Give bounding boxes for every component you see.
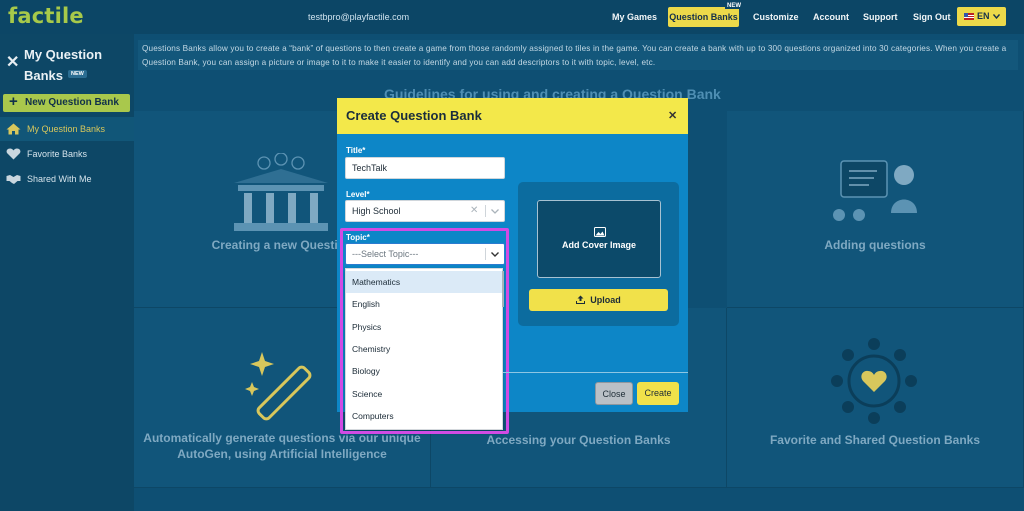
nav-customize[interactable]: Customize	[753, 12, 799, 22]
upload-icon	[576, 295, 586, 304]
bank-building-icon	[234, 153, 328, 231]
card-label: Adding questions	[824, 238, 926, 252]
magic-wand-icon	[245, 352, 312, 421]
sidebar-item-label: Favorite Banks	[27, 149, 88, 159]
card-label: Favorite and Shared Question Banks	[769, 433, 981, 447]
sidebar-title: My Question Banks	[24, 47, 103, 83]
title-input[interactable]: TechTalk	[345, 157, 505, 179]
level-value: High School	[352, 206, 401, 216]
card-label: Automatically generate questions via our…	[143, 431, 421, 461]
sidebar: ✕ My Question Banks NEW + New Question B…	[0, 34, 134, 511]
nav-account[interactable]: Account	[813, 12, 849, 22]
us-flag-icon	[964, 13, 974, 21]
nav-support[interactable]: Support	[863, 12, 898, 22]
modal-close-icon[interactable]: ✕	[668, 109, 677, 122]
close-icon[interactable]: ✕	[6, 52, 19, 72]
language-selector[interactable]: EN	[957, 7, 1006, 26]
modal-footer-divider	[503, 372, 688, 373]
nav-my-games[interactable]: My Games	[612, 12, 657, 22]
level-label: Level*	[346, 190, 370, 199]
clear-icon[interactable]: ✕	[470, 201, 478, 221]
select-separator	[485, 205, 486, 217]
guideline-card-adding[interactable]: Adding questions	[727, 111, 1024, 308]
nav-sign-out[interactable]: Sign Out	[913, 12, 951, 22]
upload-button[interactable]: Upload	[529, 289, 668, 311]
create-button[interactable]: Create	[637, 382, 679, 405]
handshake-icon	[6, 175, 21, 184]
upload-label: Upload	[590, 295, 621, 305]
sidebar-new-badge: NEW	[68, 70, 87, 78]
close-button[interactable]: Close	[595, 382, 633, 405]
topic-highlight-outline	[340, 228, 509, 434]
network-heart-icon	[831, 338, 917, 424]
info-banner: Questions Banks allow you to create a “b…	[138, 40, 1018, 70]
card-label: Accessing your Question Banks	[486, 433, 671, 447]
chevron-down-icon	[993, 14, 1000, 19]
chevron-down-icon[interactable]	[491, 209, 499, 214]
guideline-card-favorite[interactable]: Favorite and Shared Question Banks	[727, 308, 1024, 488]
sidebar-item-label: Shared With Me	[27, 174, 92, 184]
teacher-board-icon	[833, 160, 917, 221]
sidebar-item-my-question-banks[interactable]: My Question Banks	[0, 117, 134, 141]
sidebar-item-label: My Question Banks	[27, 124, 106, 134]
home-icon	[6, 123, 21, 135]
image-icon	[594, 227, 606, 237]
add-cover-image-label[interactable]: Add Cover Image	[537, 240, 661, 250]
new-question-bank-button[interactable]: + New Question Bank	[3, 93, 130, 112]
top-bar: factile testbpro@playfactile.com My Game…	[0, 0, 1024, 34]
user-email: testbpro@playfactile.com	[308, 12, 410, 22]
language-label: EN	[977, 11, 990, 21]
title-label: Title*	[346, 146, 366, 155]
heart-icon	[6, 148, 21, 160]
nav-new-badge: NEW	[725, 3, 743, 9]
sidebar-item-favorite-banks[interactable]: Favorite Banks	[0, 142, 134, 166]
nav-question-banks[interactable]: Question Banks	[668, 7, 739, 27]
factile-logo[interactable]: factile	[8, 4, 84, 28]
plus-icon: +	[9, 93, 18, 110]
modal-title: Create Question Bank	[337, 98, 688, 134]
level-select[interactable]: High School ✕	[345, 200, 505, 222]
cover-image-dropzone[interactable]	[537, 200, 661, 278]
sidebar-item-shared-with-me[interactable]: Shared With Me	[0, 167, 134, 191]
new-question-bank-label: New Question Bank	[25, 97, 119, 108]
